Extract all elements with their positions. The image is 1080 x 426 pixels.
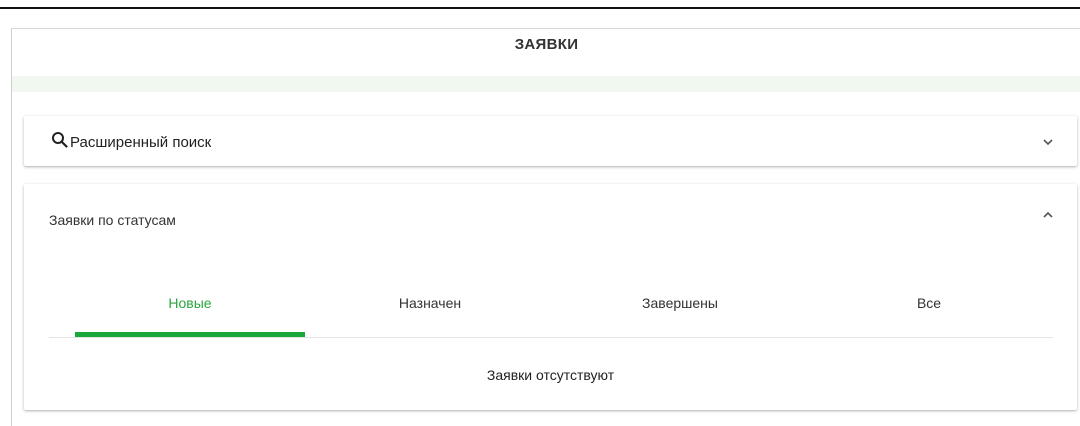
status-tabs: Новые Назначен Завершены Все (49, 288, 1053, 338)
requests-page: ЗАЯВКИ Расширенный поиск Заявки по стату… (11, 28, 1080, 426)
empty-state-message: Заявки отсутствуют (486, 367, 615, 383)
tab-new[interactable]: Новые (75, 288, 305, 338)
active-tab-indicator (75, 332, 305, 337)
header-band (12, 76, 1080, 92)
status-panel-title: Заявки по статусам (49, 212, 176, 228)
chevron-down-icon[interactable] (1041, 135, 1055, 149)
tab-completed[interactable]: Завершены (555, 288, 805, 338)
search-icon (51, 131, 68, 153)
advanced-search-panel[interactable]: Расширенный поиск (24, 116, 1077, 166)
status-requests-panel: Заявки по статусам Новые Назначен Заверш… (24, 184, 1077, 410)
page-title: ЗАЯВКИ (514, 36, 579, 53)
advanced-search-label: Расширенный поиск (70, 133, 212, 151)
tab-all[interactable]: Все (805, 288, 1053, 338)
window-top-border (0, 0, 1080, 9)
tab-assigned[interactable]: Назначен (305, 288, 555, 338)
advanced-search-header[interactable]: Расширенный поиск (51, 131, 211, 153)
chevron-up-icon[interactable] (1041, 208, 1055, 222)
